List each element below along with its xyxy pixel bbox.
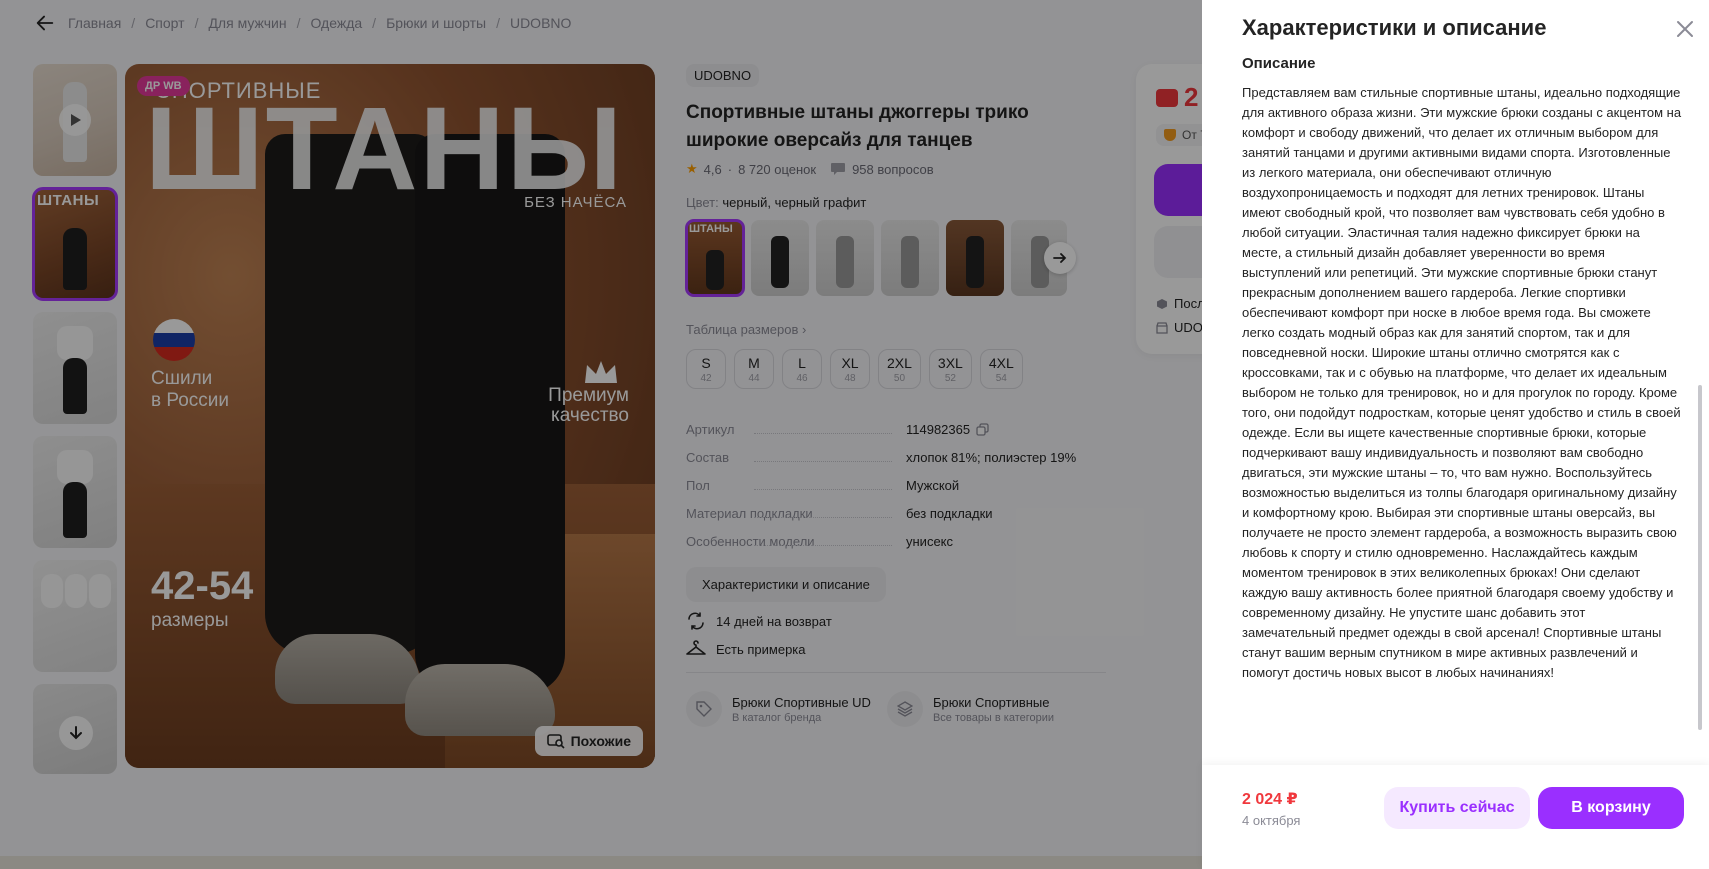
- footer-price: 2 024 ₽: [1242, 791, 1298, 808]
- characteristics-panel: Характеристики и описание Описание Предс…: [1202, 0, 1709, 869]
- add-to-cart-button[interactable]: В корзину: [1538, 787, 1684, 829]
- panel-scrollbar[interactable]: [1698, 385, 1702, 730]
- panel-title: Характеристики и описание: [1242, 15, 1547, 40]
- buy-now-button[interactable]: Купить сейчас: [1384, 787, 1530, 829]
- description-heading: Описание: [1242, 56, 1316, 72]
- close-icon[interactable]: [1674, 18, 1696, 40]
- description-text: Представляем вам стильные спортивные шта…: [1242, 85, 1682, 680]
- panel-footer: 2 024 ₽ 4 октября Купить сейчас В корзин…: [1202, 765, 1709, 869]
- panel-body: Описание Представляем вам стильные спорт…: [1242, 56, 1682, 768]
- footer-delivery-date: 4 октября: [1242, 813, 1301, 828]
